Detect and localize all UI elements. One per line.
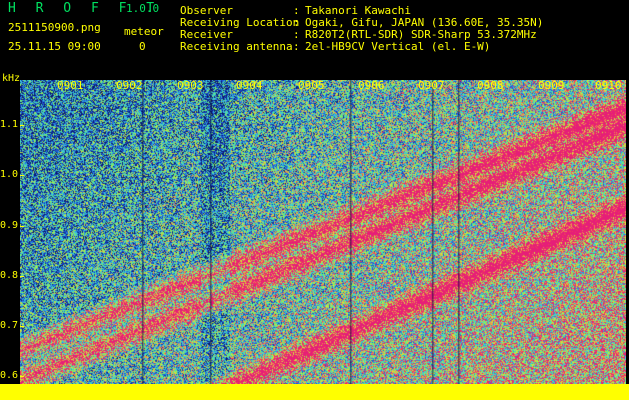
antenna-colon: :: [293, 40, 300, 53]
y-tick-mark: [20, 226, 24, 227]
spectrogram-plot: [20, 80, 626, 386]
noise-floor-band: [0, 384, 629, 400]
y-tick-mark: [20, 175, 24, 176]
app-version: 1.0.0: [126, 2, 160, 15]
y-tick-label: 0.9: [0, 220, 19, 231]
x-tick-label: 0901: [57, 79, 84, 92]
x-tick-label: 0903: [177, 79, 204, 92]
x-tick-label: 0909: [538, 79, 565, 92]
y-tick-label: 0.6: [0, 370, 19, 381]
x-tick-label: 0910: [595, 79, 622, 92]
header: H R O F F T 1.0.0 2511150900.png meteor …: [0, 0, 629, 78]
y-tick-label: 1.0: [0, 169, 19, 180]
y-tick-mark: [20, 276, 24, 277]
datetime: 25.11.15 09:00: [8, 40, 101, 53]
spectrogram-canvas: [20, 80, 626, 386]
x-tick-label: 0904: [236, 79, 263, 92]
y-tick-mark: [20, 376, 24, 377]
y-tick-label: 1.1: [0, 119, 19, 130]
x-tick-label: 0905: [298, 79, 325, 92]
antenna-label: Receiving antenna: [180, 40, 293, 53]
x-tick-label: 0908: [477, 79, 504, 92]
y-tick-label: 0.7: [0, 320, 19, 331]
x-tick-label: 0902: [116, 79, 143, 92]
y-axis-unit: kHz: [2, 73, 21, 84]
antenna-value: 2el-HB9CV Vertical (el. E-W): [305, 40, 491, 53]
meteor-counter-label: meteor: [124, 25, 164, 38]
x-tick-label: 0906: [358, 79, 385, 92]
y-tick-mark: [20, 326, 24, 327]
y-tick-mark: [20, 125, 24, 126]
y-tick-label: 0.8: [0, 270, 19, 281]
x-tick-label: 0907: [418, 79, 445, 92]
meteor-counter-value: 0: [139, 40, 146, 53]
filename: 2511150900.png: [8, 21, 101, 34]
